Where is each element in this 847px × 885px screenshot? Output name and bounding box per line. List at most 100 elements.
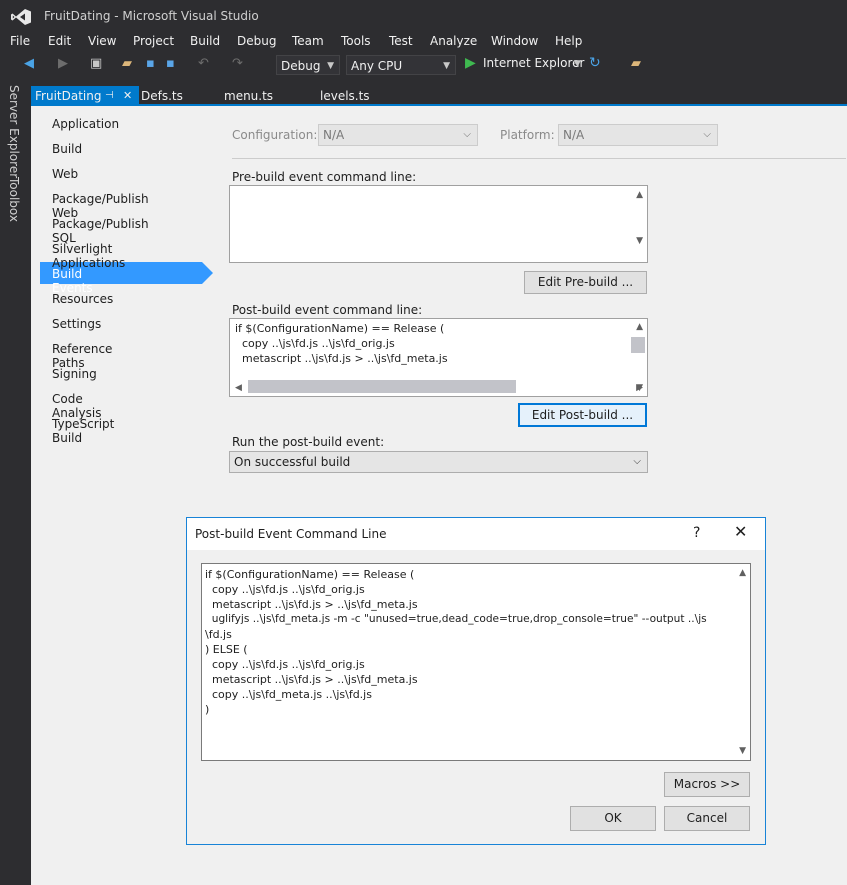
menu-debug[interactable]: Debug <box>237 31 276 51</box>
dialog-command-line: metascript ..\js\fd.js > ..\js\fd_meta.j… <box>205 598 418 611</box>
undo-icon[interactable]: ↶ <box>198 56 209 71</box>
menu-test[interactable]: Test <box>389 31 413 51</box>
menu-file[interactable]: File <box>10 31 30 51</box>
toolbox-tab[interactable]: Toolbox <box>7 177 21 222</box>
chevron-down-icon: ⌵ <box>633 456 641 467</box>
nav-item-signing[interactable]: Signing <box>52 367 97 381</box>
toolbar: ◀ ▶ ▣ ▰ ▪ ▪ ↶ ↷ Debug ▼ Any CPU ▼ ▶ Inte… <box>0 51 847 79</box>
tab-fruitdating[interactable]: FruitDating ⊣ ✕ <box>31 86 139 106</box>
configuration-label: Configuration: <box>232 128 318 142</box>
nav-item-package-publish-web[interactable]: Package/Publish Web <box>52 192 149 220</box>
dialog-title: Post-build Event Command Line <box>195 527 387 541</box>
nav-item-silverlight-applications[interactable]: Silverlight Applications <box>52 242 125 270</box>
close-icon[interactable]: ✕ <box>123 86 132 106</box>
tab-levels[interactable]: levels.ts <box>320 86 370 106</box>
edit-postbuild-button[interactable]: Edit Post-build ... <box>518 403 647 427</box>
menu-team[interactable]: Team <box>292 31 324 51</box>
tab-defs[interactable]: Defs.ts <box>141 86 183 106</box>
nav-item-code-analysis[interactable]: Code Analysis <box>52 392 101 420</box>
macros-button[interactable]: Macros >> <box>664 772 750 797</box>
server-explorer-tab[interactable]: Server Explorer <box>7 85 21 178</box>
menu-bar: File Edit View Project Build Debug Team … <box>0 31 847 51</box>
nav-item-build[interactable]: Build <box>52 142 82 156</box>
menu-analyze[interactable]: Analyze <box>430 31 477 51</box>
close-icon[interactable]: ✕ <box>734 522 747 541</box>
browser-link-icon[interactable]: ▰ <box>631 56 641 71</box>
nav-item-build-events[interactable]: Build Events <box>52 267 93 295</box>
dialog-command-line: copy ..\js\fd.js ..\js\fd_orig.js <box>205 658 365 671</box>
scroll-down-icon[interactable]: ▼ <box>739 746 746 756</box>
scroll-left-icon[interactable]: ◀ <box>235 383 242 393</box>
dialog-command-line: copy ..\js\fd_meta.js ..\js\fd.js <box>205 688 372 701</box>
run-target-button[interactable]: Internet Explorer <box>483 56 584 70</box>
left-tool-strip: Server Explorer Toolbox <box>0 79 31 885</box>
menu-project[interactable]: Project <box>133 31 174 51</box>
menu-window[interactable]: Window <box>491 31 538 51</box>
help-icon[interactable]: ? <box>693 525 700 541</box>
scroll-down-icon[interactable]: ▼ <box>636 236 643 246</box>
nav-item-typescript-build[interactable]: TypeScript Build <box>52 417 114 445</box>
dialog-command-line: uglifyjs ..\js\fd_meta.js -m -c "unused=… <box>205 613 707 625</box>
nav-item-resources[interactable]: Resources <box>52 292 113 306</box>
nav-item-settings[interactable]: Settings <box>52 317 101 331</box>
open-folder-icon[interactable]: ▰ <box>122 56 132 71</box>
scroll-right-icon[interactable]: ▶ <box>636 383 643 393</box>
menu-view[interactable]: View <box>88 31 116 51</box>
menu-help[interactable]: Help <box>555 31 582 51</box>
chevron-down-icon: ▼ <box>327 61 334 71</box>
divider <box>232 158 846 159</box>
postbuild-line: if $(ConfigurationName) == Release ( <box>235 322 445 335</box>
chevron-down-icon: ▼ <box>443 61 450 71</box>
redo-icon[interactable]: ↷ <box>232 56 243 71</box>
visual-studio-logo-icon <box>11 9 31 25</box>
dialog-command-line: ) <box>205 703 210 716</box>
horizontal-scrollbar-thumb[interactable] <box>248 380 516 393</box>
dialog-command-line: metascript ..\js\fd.js > ..\js\fd_meta.j… <box>205 673 418 686</box>
scroll-up-icon[interactable]: ▲ <box>636 190 643 200</box>
dialog-command-line: \fd.js <box>205 628 232 641</box>
run-postbuild-select[interactable]: On successful build ⌵ <box>229 451 648 473</box>
platform-dropdown[interactable]: Any CPU ▼ <box>346 55 456 75</box>
nav-selection-arrow <box>202 262 213 284</box>
dialog-command-line: if $(ConfigurationName) == Release ( <box>205 568 415 581</box>
nav-item-package-publish-sql[interactable]: Package/Publish SQL <box>52 217 149 245</box>
postbuild-line: copy ..\js\fd.js ..\js\fd_orig.js <box>235 337 395 350</box>
back-icon[interactable]: ◀ <box>24 56 34 71</box>
pin-icon[interactable]: ⊣ <box>105 86 114 106</box>
edit-prebuild-button[interactable]: Edit Pre-build ... <box>524 271 647 294</box>
chevron-down-icon: ⌵ <box>463 129 471 140</box>
nav-item-application[interactable]: Application <box>52 117 119 131</box>
chevron-down-icon[interactable]: ▼ <box>574 59 581 69</box>
play-icon[interactable]: ▶ <box>465 55 476 71</box>
postbuild-line: metascript ..\js\fd.js > ..\js\fd_meta.j… <box>235 352 448 365</box>
menu-tools[interactable]: Tools <box>341 31 371 51</box>
refresh-icon[interactable]: ↻ <box>589 55 601 71</box>
save-all-icon[interactable]: ▪ <box>166 56 175 71</box>
menu-build[interactable]: Build <box>190 31 220 51</box>
save-icon[interactable]: ▪ <box>146 56 155 71</box>
nav-item-reference-paths[interactable]: Reference Paths <box>52 342 112 370</box>
dialog-command-line: ) ELSE ( <box>205 643 248 656</box>
ok-button[interactable]: OK <box>570 806 656 831</box>
run-postbuild-label: Run the post-build event: <box>232 435 385 449</box>
cancel-button[interactable]: Cancel <box>664 806 750 831</box>
prebuild-label: Pre-build event command line: <box>232 170 417 184</box>
prebuild-textbox[interactable]: ▲ ▼ <box>229 185 648 263</box>
new-project-icon[interactable]: ▣ <box>90 56 102 71</box>
menu-edit[interactable]: Edit <box>48 31 71 51</box>
postbuild-label: Post-build event command line: <box>232 303 423 317</box>
configuration-dropdown[interactable]: Debug ▼ <box>276 55 340 75</box>
configuration-select: N/A ⌵ <box>318 124 478 146</box>
window-title: FruitDating - Microsoft Visual Studio <box>44 9 259 23</box>
scroll-up-icon[interactable]: ▲ <box>636 322 643 332</box>
postbuild-textbox[interactable]: if $(ConfigurationName) == Release ( cop… <box>229 318 648 397</box>
tab-menu[interactable]: menu.ts <box>224 86 273 106</box>
forward-icon[interactable]: ▶ <box>58 56 68 71</box>
dialog-command-line: copy ..\js\fd.js ..\js\fd_orig.js <box>205 583 365 596</box>
nav-item-web[interactable]: Web <box>52 167 78 181</box>
scroll-up-icon[interactable]: ▲ <box>739 568 746 578</box>
platform-label: Platform: <box>500 128 555 142</box>
vertical-scrollbar-thumb[interactable] <box>631 337 645 353</box>
document-tabs: FruitDating ⊣ ✕ Defs.ts menu.ts levels.t… <box>31 86 847 106</box>
chevron-down-icon: ⌵ <box>703 129 711 140</box>
